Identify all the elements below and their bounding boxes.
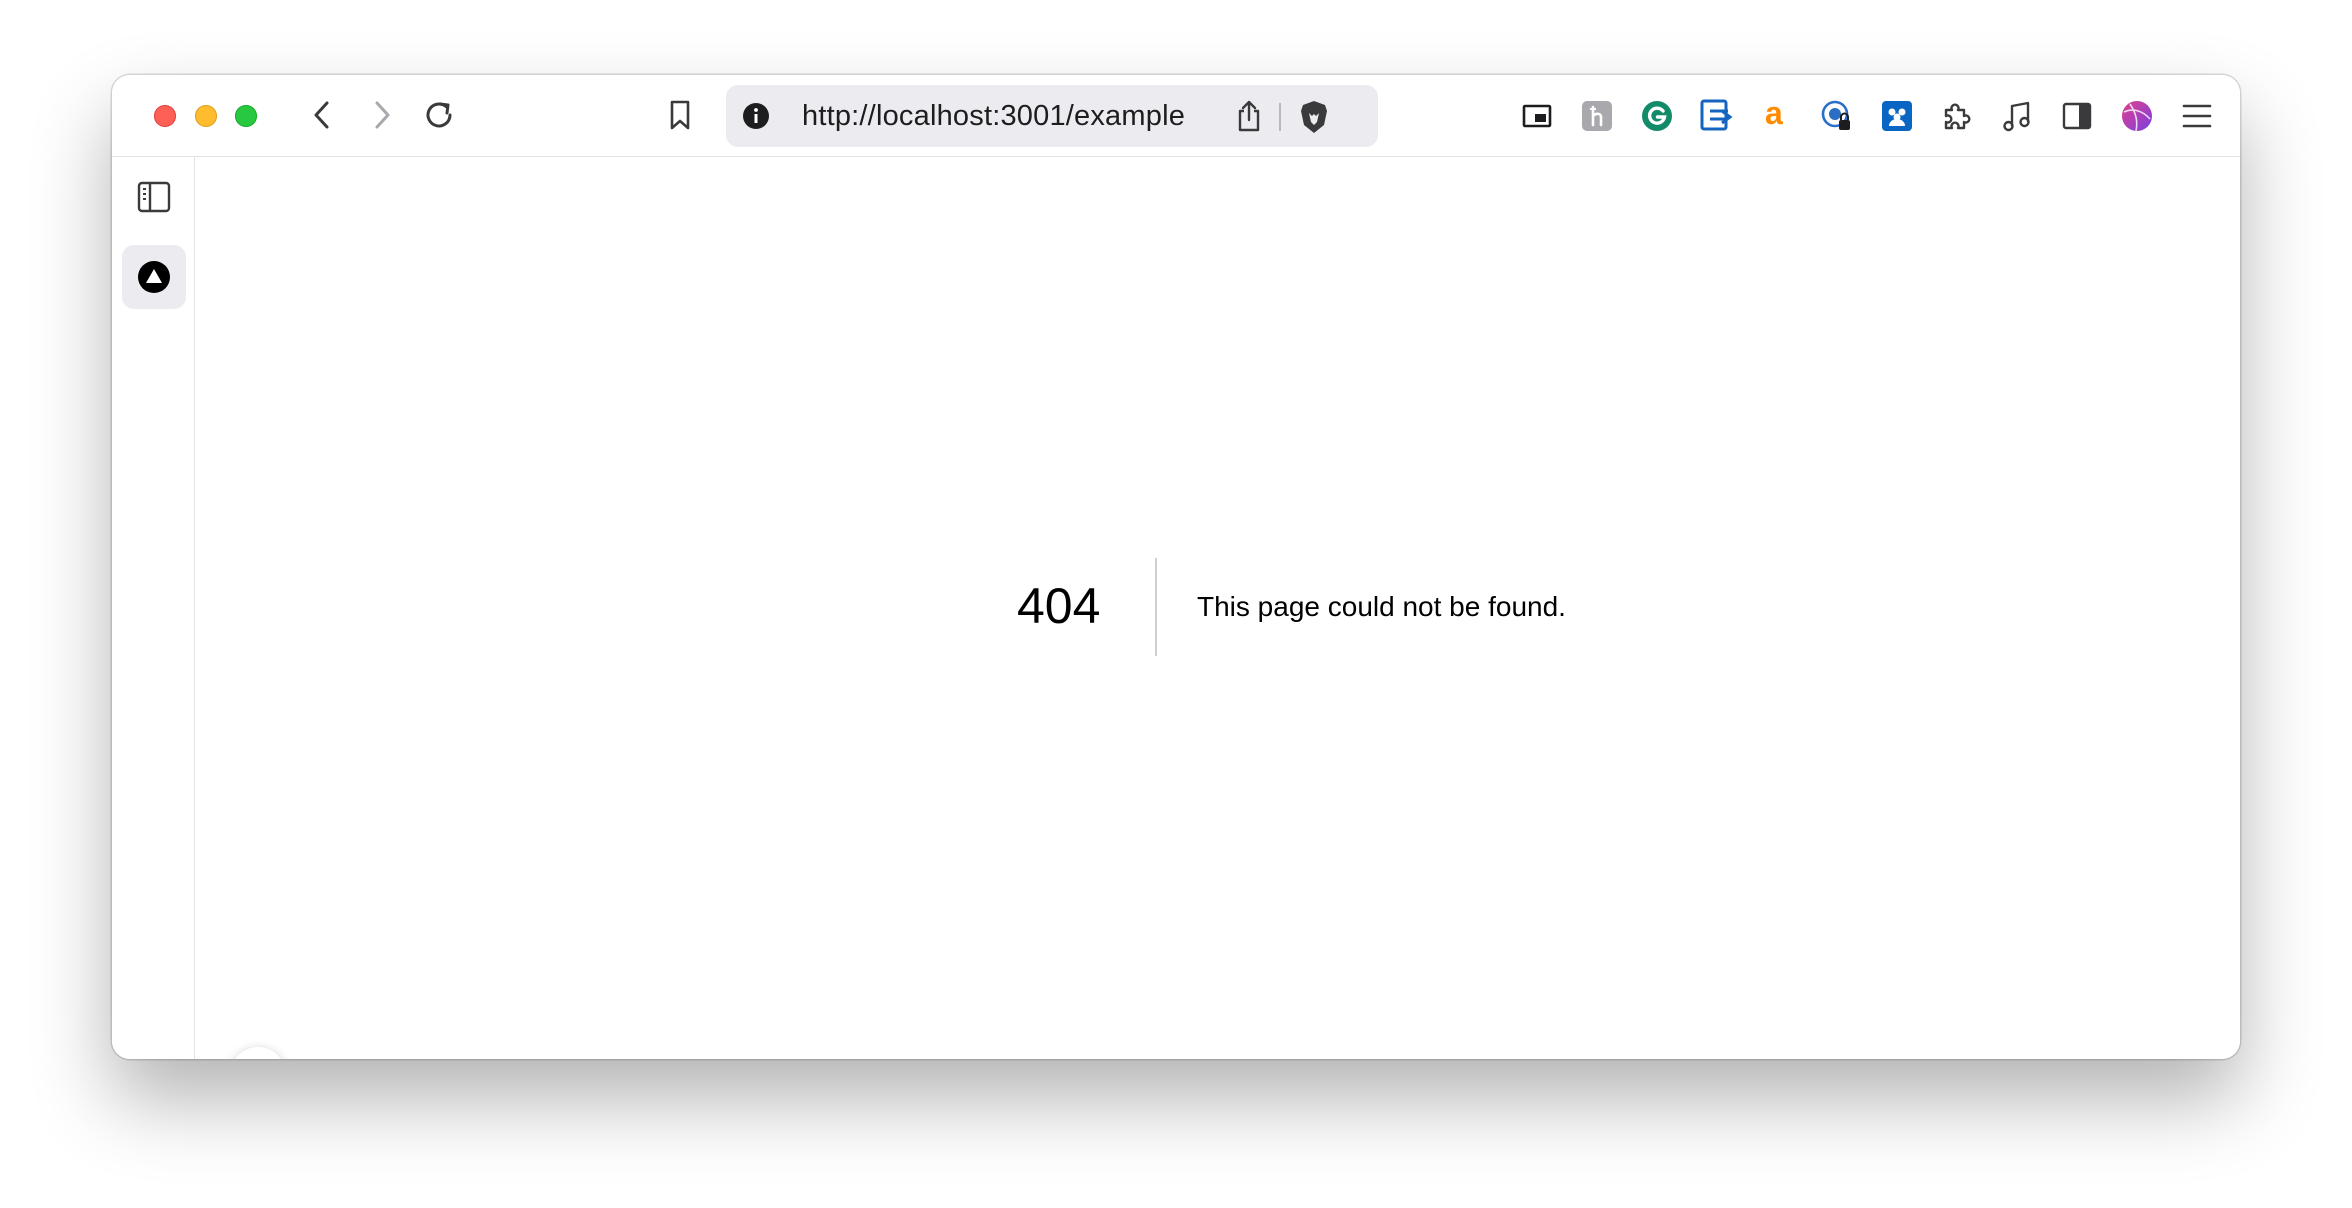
extension-h-icon[interactable]: [1578, 97, 1616, 135]
extensions-puzzle-icon[interactable]: [1938, 97, 1976, 135]
profile-avatar-icon[interactable]: [2118, 97, 2156, 135]
extension-users-icon[interactable]: [1878, 97, 1916, 135]
extension-arrow-icon[interactable]: [1698, 97, 1736, 135]
address-bar[interactable]: http://localhost:3001/example: [726, 85, 1378, 147]
tab-item-active[interactable]: [122, 245, 186, 309]
browser-toolbar: http://localhost:3001/example a: [112, 75, 2240, 157]
url-text[interactable]: http://localhost:3001/example: [802, 85, 1185, 147]
sidebar-toggle-icon[interactable]: [2058, 97, 2096, 135]
share-icon[interactable]: [1230, 97, 1268, 135]
media-music-icon[interactable]: [1998, 97, 2036, 135]
sidebar-panel-icon[interactable]: [134, 177, 174, 217]
error-code: 404: [1017, 578, 1101, 634]
back-icon[interactable]: [302, 95, 342, 135]
brave-shields-icon[interactable]: [1294, 97, 1334, 137]
browser-window: http://localhost:3001/example a 404 This…: [112, 75, 2240, 1059]
close-window-button[interactable]: [154, 105, 176, 127]
zoom-window-button[interactable]: [235, 105, 257, 127]
site-info-icon[interactable]: [740, 100, 772, 132]
error-message: This page could not be found.: [1197, 591, 1566, 622]
extension-lock-icon[interactable]: [1818, 97, 1856, 135]
reload-icon[interactable]: [417, 93, 461, 137]
error-divider: [1155, 558, 1157, 656]
menu-icon[interactable]: [2178, 97, 2216, 135]
minimize-window-button[interactable]: [195, 105, 217, 127]
page-content: 404 This page could not be found.: [195, 157, 2240, 1059]
lightning-bolt-icon: [244, 1058, 272, 1059]
nextjs-triangle-icon: [138, 261, 170, 293]
svg-text:a: a: [1765, 98, 1783, 131]
grammarly-icon[interactable]: [1638, 97, 1676, 135]
amazon-assistant-icon[interactable]: a: [1758, 95, 1796, 135]
nextjs-dev-indicator-button[interactable]: [230, 1047, 286, 1059]
picture-in-picture-icon[interactable]: [1518, 97, 1556, 135]
forward-icon[interactable]: [362, 95, 402, 135]
url-separator: [1279, 103, 1281, 131]
bookmark-icon[interactable]: [660, 95, 700, 135]
vertical-tab-sidebar: [112, 157, 195, 1059]
